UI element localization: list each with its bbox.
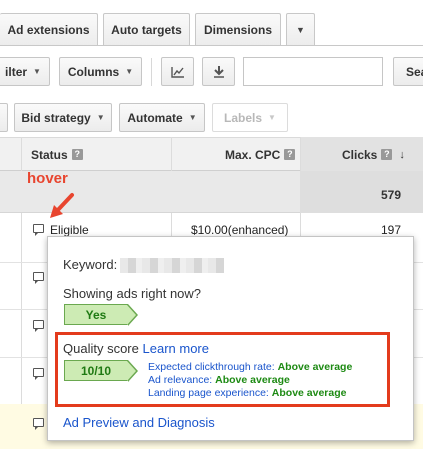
automate-button[interactable]: Automate ▼ bbox=[119, 103, 205, 132]
caret-down-icon: ▼ bbox=[125, 67, 134, 76]
comment-bubble-icon[interactable] bbox=[33, 272, 44, 284]
download-icon bbox=[213, 66, 224, 78]
help-icon[interactable]: ? bbox=[71, 149, 83, 160]
clicks-cell: 197 bbox=[381, 223, 402, 237]
sorted-column-highlight bbox=[300, 171, 423, 213]
columns-button-label: Columns bbox=[67, 64, 120, 79]
tab-dimensions[interactable]: Dimensions bbox=[195, 13, 281, 46]
quality-score-highlight-box bbox=[55, 332, 390, 407]
comment-bubble-icon[interactable] bbox=[33, 320, 44, 332]
max-cpc-header-label: Max. CPC bbox=[225, 147, 281, 162]
caret-down-icon: ▼ bbox=[188, 113, 197, 122]
status-cell: Eligible bbox=[50, 223, 89, 237]
comment-bubble-icon[interactable] bbox=[33, 418, 44, 430]
tab-auto-targets-label: Auto targets bbox=[111, 23, 182, 37]
labels-button[interactable]: Labels ▼ bbox=[212, 103, 288, 132]
max-cpc-cell: $10.00(enhanced) bbox=[191, 223, 289, 237]
tab-ad-extensions-label: Ad extensions bbox=[7, 23, 90, 37]
toolbar-separator bbox=[151, 58, 152, 86]
caret-down-icon: ▼ bbox=[268, 113, 276, 122]
tab-dimensions-label: Dimensions bbox=[203, 23, 272, 37]
max-cpc-column-header[interactable]: Max. CPC ? bbox=[225, 138, 296, 171]
caret-down-icon: ▼ bbox=[96, 113, 105, 122]
download-button[interactable] bbox=[202, 57, 235, 86]
caret-down-icon: ▼ bbox=[296, 25, 305, 35]
tab-ad-extensions[interactable]: Ad extensions bbox=[0, 13, 98, 46]
labels-label: Labels bbox=[224, 110, 263, 125]
showing-ads-answer: Yes bbox=[85, 307, 107, 322]
search-button-label: Sea bbox=[406, 64, 423, 79]
bid-strategy-button[interactable]: Bid strategy ▼ bbox=[14, 103, 112, 132]
status-header-label: Status bbox=[31, 147, 68, 162]
automate-label: Automate bbox=[127, 110, 183, 125]
clicks-header-label: Clicks bbox=[342, 147, 378, 162]
search-button[interactable]: Sea bbox=[393, 57, 423, 86]
comment-bubble-icon[interactable] bbox=[33, 368, 44, 380]
ad-preview-diagnosis-link[interactable]: Ad Preview and Diagnosis bbox=[63, 415, 215, 430]
keyword-value-redacted bbox=[120, 258, 224, 273]
chart-button[interactable] bbox=[161, 57, 194, 86]
search-input[interactable] bbox=[243, 57, 383, 86]
help-icon[interactable]: ? bbox=[284, 149, 296, 160]
showing-ads-question: Showing ads right now? bbox=[63, 286, 202, 301]
arrow-icon bbox=[50, 193, 74, 218]
clicks-column-header[interactable]: Clicks ? ↓ bbox=[342, 138, 405, 171]
status-column-header[interactable]: Status ? bbox=[31, 138, 83, 171]
help-icon[interactable]: ? bbox=[381, 149, 393, 160]
line-chart-icon bbox=[170, 66, 184, 78]
tab-divider bbox=[0, 45, 423, 46]
filter-button[interactable]: ilter ▼ bbox=[0, 57, 50, 86]
caret-down-icon: ▼ bbox=[33, 67, 41, 76]
bid-strategy-label: Bid strategy bbox=[21, 110, 91, 125]
keyword-label: Keyword: bbox=[63, 257, 118, 272]
more-tabs-button[interactable]: ▼ bbox=[286, 13, 315, 46]
hover-annotation: hover bbox=[27, 170, 68, 187]
comment-bubble-icon[interactable] bbox=[33, 224, 44, 236]
tab-auto-targets[interactable]: Auto targets bbox=[103, 13, 190, 46]
previous-toolbar-button[interactable] bbox=[0, 103, 8, 132]
showing-ads-answer-badge: Yes bbox=[64, 304, 138, 326]
total-clicks: 579 bbox=[381, 188, 402, 202]
filter-button-label: ilter bbox=[5, 64, 28, 79]
sort-descending-icon: ↓ bbox=[399, 148, 405, 161]
columns-button[interactable]: Columns ▼ bbox=[59, 57, 142, 86]
